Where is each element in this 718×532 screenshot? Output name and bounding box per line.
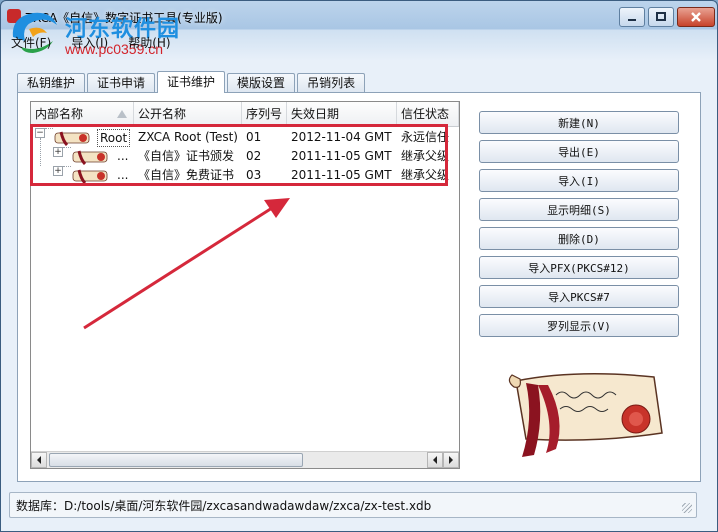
column-header-public-name[interactable]: 公开名称 [134, 102, 242, 126]
tree-line [45, 128, 53, 129]
cell-internal-name: ... [117, 149, 129, 163]
cell-trust: 永远信任 [401, 130, 450, 144]
column-header-internal-name[interactable]: 内部名称 [31, 102, 134, 126]
minimize-button[interactable] [619, 7, 645, 27]
menu-import[interactable]: 导入(I) [61, 32, 118, 52]
collapse-icon[interactable]: − [35, 128, 45, 138]
cell-public-name: ZXCA Root (Test) [138, 130, 238, 144]
tab-cert-maintenance[interactable]: 证书维护 [157, 71, 226, 93]
show-details-button[interactable]: 显示明细(S) [479, 198, 679, 221]
certificate-tree-list[interactable]: 内部名称 公开名称 序列号 失效日期 信任状态 − Root ZXCA Root… [30, 101, 460, 469]
minimize-icon [628, 19, 636, 21]
cell-serial: 03 [246, 168, 262, 182]
certificate-scroll-icon [508, 373, 663, 457]
list-rows: − Root ZXCA Root (Test) 01 2012-11-04 GM… [31, 128, 459, 185]
cell-expiry: 2011-11-05 GMT [291, 149, 392, 163]
column-header-expiry[interactable]: 失效日期 [287, 102, 397, 126]
menu-bar: 文件(F) 导入(I) 帮助(H) [1, 32, 717, 52]
arrow-right-icon [449, 456, 453, 464]
certificate-scroll-icon [72, 169, 108, 184]
list-view-button[interactable]: 罗列显示(V) [479, 314, 679, 337]
cell-internal-name: ... [117, 168, 129, 182]
arrow-left-icon [433, 456, 437, 464]
app-window: ZXCA《自信》数字证书工具(专业版) 河东软件园 www.pc0359.cn … [0, 0, 718, 532]
maximize-button[interactable] [648, 7, 674, 27]
expand-icon[interactable]: + [53, 147, 63, 157]
tab-revocation-list[interactable]: 吊销列表 [297, 73, 366, 93]
tab-template-settings[interactable]: 模版设置 [227, 73, 296, 93]
database-path: 数据库：D:/tools/桌面/河东软件园/zxcasandwadawdaw/z… [16, 499, 432, 513]
arrow-left-icon [37, 456, 41, 464]
close-icon [691, 12, 701, 22]
cell-serial: 02 [246, 149, 262, 163]
cell-internal-name: Root [97, 129, 131, 147]
list-header: 内部名称 公开名称 序列号 失效日期 信任状态 [31, 102, 459, 127]
tab-panel: 内部名称 公开名称 序列号 失效日期 信任状态 − Root ZXCA Root… [17, 92, 701, 482]
scroll-left-end-button[interactable] [427, 452, 443, 468]
scroll-right-button[interactable] [443, 452, 459, 468]
cell-trust: 继承父级 [401, 149, 450, 163]
cell-expiry: 2011-11-05 GMT [291, 168, 392, 182]
export-button[interactable]: 导出(E) [479, 140, 679, 163]
resize-grip-icon[interactable] [682, 503, 692, 513]
column-header-label: 内部名称 [35, 107, 84, 121]
cell-serial: 01 [246, 130, 262, 144]
table-row[interactable]: − Root ZXCA Root (Test) 01 2012-11-04 GM… [31, 128, 459, 147]
cell-public-name: 《自信》免费证书 [138, 168, 235, 182]
scrollbar-thumb[interactable] [49, 453, 303, 467]
import-pkcs7-button[interactable]: 导入PKCS#7 [479, 285, 679, 308]
certificate-scroll-icon [54, 131, 90, 146]
horizontal-scrollbar[interactable] [31, 451, 459, 468]
table-row[interactable]: + ... 《自信》免费证书 03 2011-11-05 GMT 继承父级 [31, 166, 459, 185]
tree-line [63, 147, 71, 148]
expand-icon[interactable]: + [53, 166, 63, 176]
close-button[interactable] [677, 7, 715, 27]
import-pfx-button[interactable]: 导入PFX(PKCS#12) [479, 256, 679, 279]
status-bar: 数据库：D:/tools/桌面/河东软件园/zxcasandwadawdaw/z… [9, 492, 697, 518]
column-header-trust[interactable]: 信任状态 [397, 102, 459, 126]
import-button[interactable]: 导入(I) [479, 169, 679, 192]
tree-line [63, 166, 71, 167]
title-bar[interactable]: ZXCA《自信》数字证书工具(专业版) 河东软件园 www.pc0359.cn [1, 1, 717, 57]
cell-expiry: 2012-11-04 GMT [291, 130, 392, 144]
scroll-left-button[interactable] [31, 452, 47, 468]
menu-file[interactable]: 文件(F) [1, 32, 61, 52]
tree-line [40, 138, 41, 166]
action-buttons: 新建(N) 导出(E) 导入(I) 显示明细(S) 删除(D) 导入PFX(PK… [479, 111, 679, 343]
menu-help[interactable]: 帮助(H) [118, 32, 180, 52]
tab-key-maintenance[interactable]: 私钥维护 [17, 73, 86, 93]
maximize-icon [656, 12, 666, 21]
delete-button[interactable]: 删除(D) [479, 227, 679, 250]
certificate-scroll-icon [72, 150, 108, 165]
tab-strip: 私钥维护 证书申请 证书维护 模版设置 吊销列表 [17, 71, 367, 93]
new-button[interactable]: 新建(N) [479, 111, 679, 134]
sort-arrow-icon [117, 110, 127, 118]
cell-public-name: 《自信》证书颁发 [138, 149, 235, 163]
tab-cert-request[interactable]: 证书申请 [87, 73, 156, 93]
table-row[interactable]: + ... 《自信》证书颁发 02 2011-11-05 GMT 继承父级 [31, 138, 459, 166]
column-header-serial[interactable]: 序列号 [242, 102, 287, 126]
cell-trust: 继承父级 [401, 168, 450, 182]
